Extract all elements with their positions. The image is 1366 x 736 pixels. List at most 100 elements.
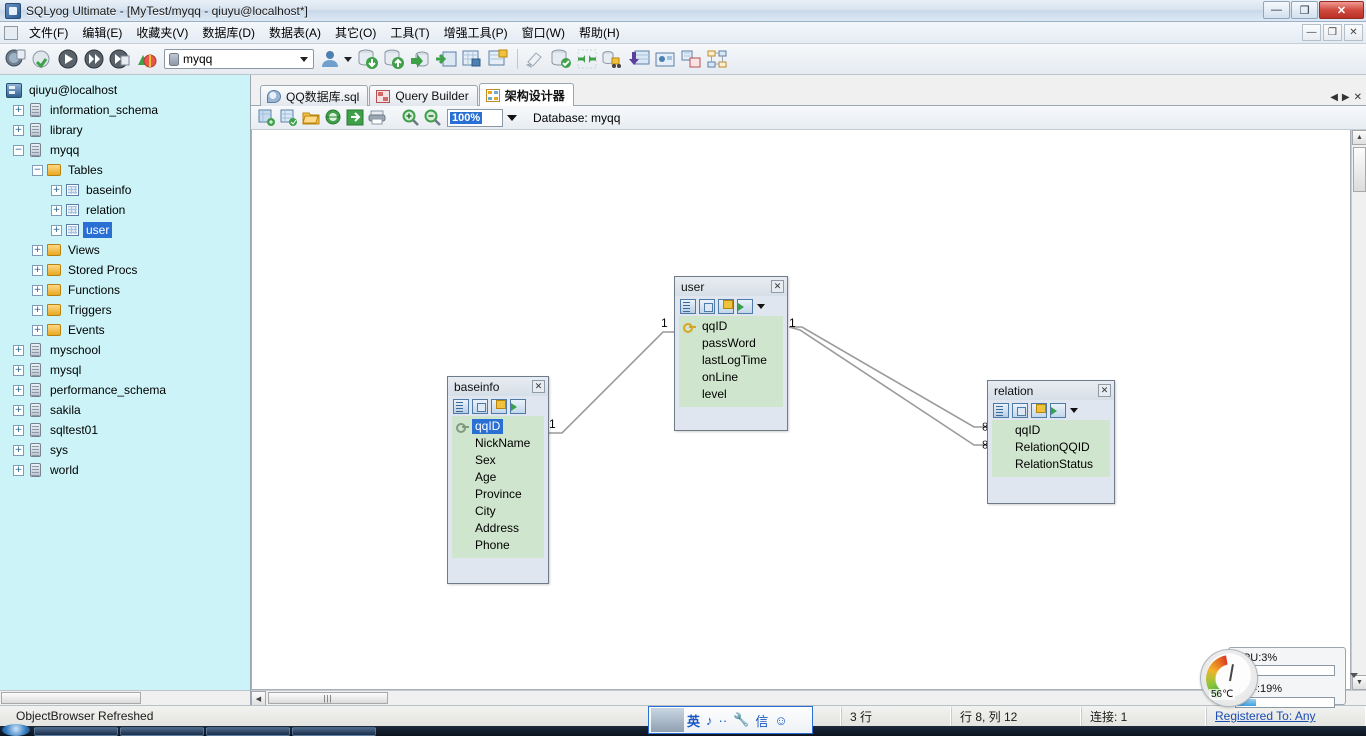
expander-icon[interactable]: + [32, 284, 43, 296]
tab-scroll-left-icon[interactable]: ◀ [1330, 92, 1338, 103]
close-icon[interactable]: ✕ [771, 280, 784, 293]
menu-tools[interactable]: 工具(T) [383, 21, 436, 44]
expander-icon[interactable]: + [13, 444, 24, 456]
zoom-out-icon[interactable] [422, 108, 444, 128]
start-button-icon[interactable] [2, 724, 30, 736]
expander-icon[interactable]: − [32, 164, 43, 176]
chevron-down-icon[interactable] [757, 303, 765, 309]
sync-data-icon[interactable] [134, 47, 158, 71]
tab-query-builder[interactable]: Query Builder [369, 85, 478, 106]
expander-icon[interactable]: + [32, 264, 43, 276]
er-column[interactable]: onLine [679, 369, 783, 386]
er-table-header[interactable]: baseinfo ✕ [448, 377, 548, 396]
ime-punctuation-icon[interactable]: ·· [719, 713, 728, 728]
expander-icon[interactable]: + [13, 124, 24, 136]
menu-database[interactable]: 数据库(D) [195, 21, 262, 44]
er-column[interactable]: Province [452, 486, 544, 503]
tree-node-views[interactable]: + Views [0, 240, 250, 260]
er-table-user[interactable]: user ✕ qqID passWord lastLogTime onLine … [674, 276, 788, 431]
schema-designer-canvas[interactable]: 1 1 1 ∞ ∞ baseinfo ✕ qqID NickName Sex A… [251, 130, 1351, 690]
tab-sql-file[interactable]: QQ数据库.sql [260, 85, 369, 106]
refresh-object-browser-icon[interactable] [30, 47, 54, 71]
scroll-left-icon[interactable]: ◀ [251, 691, 266, 706]
tab-close-icon[interactable]: ✕ [1354, 92, 1362, 103]
taskbar-item[interactable] [120, 726, 204, 736]
database-info-icon[interactable] [549, 47, 573, 71]
user-manager-icon[interactable] [318, 47, 342, 71]
er-table-baseinfo[interactable]: baseinfo ✕ qqID NickName Sex Age Provinc… [447, 376, 549, 584]
schema-icon[interactable] [486, 47, 510, 71]
er-column[interactable]: qqID [679, 318, 783, 335]
object-browser-sidebar[interactable]: qiuyu@localhost + information_schema + l… [0, 75, 251, 705]
ime-language-icon[interactable]: 英 [687, 711, 700, 730]
ime-softkeyboard-icon[interactable]: 信 [755, 711, 768, 730]
menu-table[interactable]: 数据表(A) [262, 21, 328, 44]
tree-node-events[interactable]: + Events [0, 320, 250, 340]
tree-node-sqltest01[interactable]: + sqltest01 [0, 420, 250, 440]
indexes-icon[interactable] [491, 398, 507, 414]
taskbar-item[interactable] [292, 726, 376, 736]
tree-node-tables[interactable]: − Tables [0, 160, 250, 180]
system-monitor-gadget[interactable]: CPU:3% 内存:19% 56℃ [1200, 645, 1360, 713]
er-column[interactable]: Address [452, 520, 544, 537]
sidebar-horizontal-scrollbar[interactable] [0, 690, 250, 705]
import-external-data-icon[interactable] [356, 47, 380, 71]
expander-icon[interactable]: + [51, 204, 62, 216]
tab-scroll-right-icon[interactable]: ▶ [1342, 92, 1350, 103]
zoom-dropdown-arrow-icon[interactable] [503, 109, 521, 127]
maximize-button[interactable]: ❐ [1291, 1, 1318, 19]
insert-row-icon[interactable] [1050, 402, 1066, 418]
insert-row-icon[interactable] [510, 398, 526, 414]
canvas-horizontal-scrollbar[interactable]: ◀ ||| [251, 690, 1366, 706]
tree-node-sys[interactable]: + sys [0, 440, 250, 460]
export-image-icon[interactable] [344, 108, 366, 128]
print-icon[interactable] [366, 108, 388, 128]
tree-node-myschool[interactable]: + myschool [0, 340, 250, 360]
refresh-diagram-icon[interactable] [322, 108, 344, 128]
tree-node-relation[interactable]: + relation [0, 200, 250, 220]
expander-icon[interactable]: + [13, 424, 24, 436]
zoom-level-input[interactable]: 100% [447, 108, 503, 127]
er-table-relation[interactable]: relation ✕ qqID RelationQQID RelationSta… [987, 380, 1115, 504]
edit-table-icon[interactable] [453, 398, 469, 414]
close-button[interactable]: ✕ [1319, 1, 1364, 19]
er-column[interactable]: RelationQQID [992, 439, 1110, 456]
tree-node-library[interactable]: + library [0, 120, 250, 140]
expander-icon[interactable]: + [13, 344, 24, 356]
er-column[interactable]: qqID [452, 418, 544, 435]
export-data-icon[interactable] [627, 47, 651, 71]
menu-window[interactable]: 窗口(W) [515, 21, 572, 44]
expander-icon[interactable]: + [51, 184, 62, 196]
insert-row-icon[interactable] [737, 298, 753, 314]
copy-table-icon[interactable] [699, 298, 715, 314]
screenshot-icon[interactable] [653, 47, 677, 71]
taskbar-item[interactable] [206, 726, 290, 736]
er-column[interactable]: Sex [452, 452, 544, 469]
menu-favorites[interactable]: 收藏夹(V) [129, 21, 195, 44]
new-connection-icon[interactable] [4, 47, 28, 71]
tree-node-root[interactable]: qiuyu@localhost [0, 80, 250, 100]
expander-icon[interactable]: + [32, 324, 43, 336]
expander-icon[interactable]: + [51, 224, 62, 236]
expander-icon[interactable]: − [13, 144, 24, 156]
ime-moon-icon[interactable]: ♪ [706, 713, 713, 728]
chevron-down-icon[interactable] [1070, 407, 1078, 413]
tree-node-myqq[interactable]: − myqq [0, 140, 250, 160]
menu-other[interactable]: 其它(O) [328, 21, 383, 44]
ime-tools-icon[interactable]: 🔧 [733, 712, 749, 728]
tree-node-sakila[interactable]: + sakila [0, 400, 250, 420]
expander-icon[interactable]: + [13, 404, 24, 416]
mdi-close-button[interactable]: ✕ [1344, 24, 1363, 41]
scrollbar-thumb[interactable] [1, 692, 141, 704]
expander-icon[interactable]: + [32, 304, 43, 316]
taskbar-item[interactable] [34, 726, 118, 736]
tree-node-information-schema[interactable]: + information_schema [0, 100, 250, 120]
er-column[interactable]: RelationStatus [992, 456, 1110, 473]
expander-icon[interactable]: + [13, 384, 24, 396]
expander-icon[interactable]: + [32, 244, 43, 256]
save-diagram-icon[interactable] [278, 108, 300, 128]
canvas-vertical-scrollbar[interactable]: ▲ ▼ [1351, 130, 1366, 690]
edit-table-icon[interactable] [680, 298, 696, 314]
execute-all-queries-icon[interactable] [82, 47, 106, 71]
schema-designer-icon[interactable] [705, 47, 729, 71]
